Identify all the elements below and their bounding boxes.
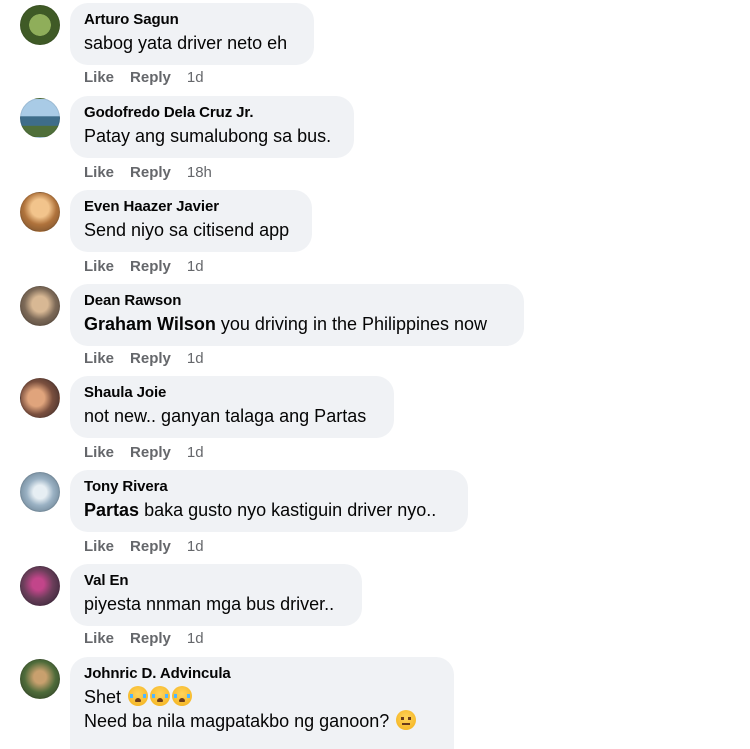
avatar[interactable] bbox=[20, 659, 60, 699]
comment: Shaula Joie not new.. ganyan talaga ang … bbox=[0, 376, 750, 470]
expressionless-face-emoji bbox=[396, 710, 417, 730]
comment-text: sabog yata driver neto eh bbox=[84, 33, 288, 53]
like-button[interactable]: Like bbox=[84, 258, 114, 275]
comment-text: Patay ang sumalubong sa bus. bbox=[84, 126, 332, 146]
comment: Even Haazer Javier Send niyo sa citisend… bbox=[0, 190, 750, 284]
avatar[interactable] bbox=[20, 5, 60, 45]
comment-actions: Like Reply 1d bbox=[84, 630, 204, 648]
reply-button[interactable]: Reply bbox=[130, 630, 171, 647]
avatar[interactable] bbox=[20, 286, 60, 326]
comment: Arturo Sagun sabog yata driver neto eh L… bbox=[0, 3, 750, 97]
comment-author[interactable]: Johnric D. Advincula bbox=[84, 665, 440, 683]
reply-button[interactable]: Reply bbox=[130, 69, 171, 86]
like-button[interactable]: Like bbox=[84, 538, 114, 555]
reply-button[interactable]: Reply bbox=[130, 444, 171, 461]
mention-link[interactable]: Graham Wilson bbox=[84, 314, 216, 334]
like-button[interactable]: Like bbox=[84, 444, 114, 461]
comment-text: Send niyo sa citisend app bbox=[84, 220, 290, 240]
comment-actions: Like Reply 1d bbox=[84, 444, 204, 462]
comment-bubble: Godofredo Dela Cruz Jr. Patay ang sumalu… bbox=[70, 96, 354, 158]
comment-author[interactable]: Godofredo Dela Cruz Jr. bbox=[84, 104, 340, 122]
comment: Val En piyesta nnman mga bus driver.. Li… bbox=[0, 564, 750, 658]
comment-text-body: you driving in the Philippines now bbox=[220, 314, 488, 334]
comment-timestamp[interactable]: 1d bbox=[187, 350, 204, 367]
reply-button[interactable]: Reply bbox=[130, 538, 171, 555]
comment-text-body: baka gusto nyo kastiguin driver nyo.. bbox=[144, 500, 437, 520]
comment-timestamp[interactable]: 1d bbox=[187, 630, 204, 647]
comment-author[interactable]: Val En bbox=[84, 572, 348, 590]
like-button[interactable]: Like bbox=[84, 164, 114, 181]
comment: Godofredo Dela Cruz Jr. Patay ang sumalu… bbox=[0, 96, 750, 190]
reply-button[interactable]: Reply bbox=[130, 164, 171, 181]
comment-text: Shet bbox=[84, 685, 440, 709]
comment-text: Need ba nila magpatakbo ng ganoon? bbox=[84, 709, 440, 733]
comment-actions: Like Reply 1d bbox=[84, 69, 204, 87]
like-button[interactable]: Like bbox=[84, 350, 114, 367]
comment-actions: Like Reply 1d bbox=[84, 538, 204, 556]
like-button[interactable]: Like bbox=[84, 69, 114, 86]
comment-text-line: Shet bbox=[84, 687, 122, 707]
reply-button[interactable]: Reply bbox=[130, 258, 171, 275]
comment: Dean Rawson Graham Wilson you driving in… bbox=[0, 284, 750, 378]
like-button[interactable]: Like bbox=[84, 630, 114, 647]
comment-list: Arturo Sagun sabog yata driver neto eh L… bbox=[0, 0, 750, 749]
comment-text: piyesta nnman mga bus driver.. bbox=[84, 594, 335, 614]
comment: Johnric D. Advincula Shet Need ba nila m… bbox=[0, 657, 750, 749]
comment-author[interactable]: Even Haazer Javier bbox=[84, 198, 298, 216]
avatar[interactable] bbox=[20, 566, 60, 606]
comment-bubble: Val En piyesta nnman mga bus driver.. bbox=[70, 564, 362, 626]
reply-button[interactable]: Reply bbox=[130, 350, 171, 367]
comment-author[interactable]: Dean Rawson bbox=[84, 292, 510, 310]
avatar[interactable] bbox=[20, 98, 60, 138]
comment-text-line: Need ba nila magpatakbo ng ganoon? bbox=[84, 711, 390, 731]
comment-bubble: Even Haazer Javier Send niyo sa citisend… bbox=[70, 190, 312, 252]
comment-actions: Like Reply 1d bbox=[84, 350, 204, 368]
avatar[interactable] bbox=[20, 378, 60, 418]
comment-text: not new.. ganyan talaga ang Partas bbox=[84, 406, 367, 426]
comment-timestamp[interactable]: 1d bbox=[187, 444, 204, 461]
comment-bubble: Johnric D. Advincula Shet Need ba nila m… bbox=[70, 657, 454, 749]
comment-timestamp[interactable]: 1d bbox=[187, 69, 204, 86]
comment-bubble: Shaula Joie not new.. ganyan talaga ang … bbox=[70, 376, 394, 438]
crying-face-emoji bbox=[150, 686, 171, 706]
crying-face-emoji bbox=[128, 686, 149, 706]
comment: Tony Rivera Partas baka gusto nyo kastig… bbox=[0, 470, 750, 564]
comment-timestamp[interactable]: 1d bbox=[187, 538, 204, 555]
comment-timestamp[interactable]: 1d bbox=[187, 258, 204, 275]
crying-face-emoji bbox=[172, 686, 193, 706]
comment-text: Graham Wilson you driving in the Philipp… bbox=[84, 312, 510, 336]
comment-author[interactable]: Tony Rivera bbox=[84, 478, 454, 496]
comment-bubble: Tony Rivera Partas baka gusto nyo kastig… bbox=[70, 470, 468, 532]
comment-author[interactable]: Arturo Sagun bbox=[84, 11, 300, 29]
avatar[interactable] bbox=[20, 472, 60, 512]
mention-link[interactable]: Partas bbox=[84, 500, 139, 520]
comment-actions: Like Reply 18h bbox=[84, 164, 212, 182]
comment-timestamp[interactable]: 18h bbox=[187, 164, 212, 181]
comment-actions: Like Reply 1d bbox=[84, 258, 204, 276]
comment-author[interactable]: Shaula Joie bbox=[84, 384, 380, 402]
comment-bubble: Arturo Sagun sabog yata driver neto eh bbox=[70, 3, 314, 65]
comment-bubble: Dean Rawson Graham Wilson you driving in… bbox=[70, 284, 524, 346]
avatar[interactable] bbox=[20, 192, 60, 232]
comment-text: Partas baka gusto nyo kastiguin driver n… bbox=[84, 498, 454, 522]
